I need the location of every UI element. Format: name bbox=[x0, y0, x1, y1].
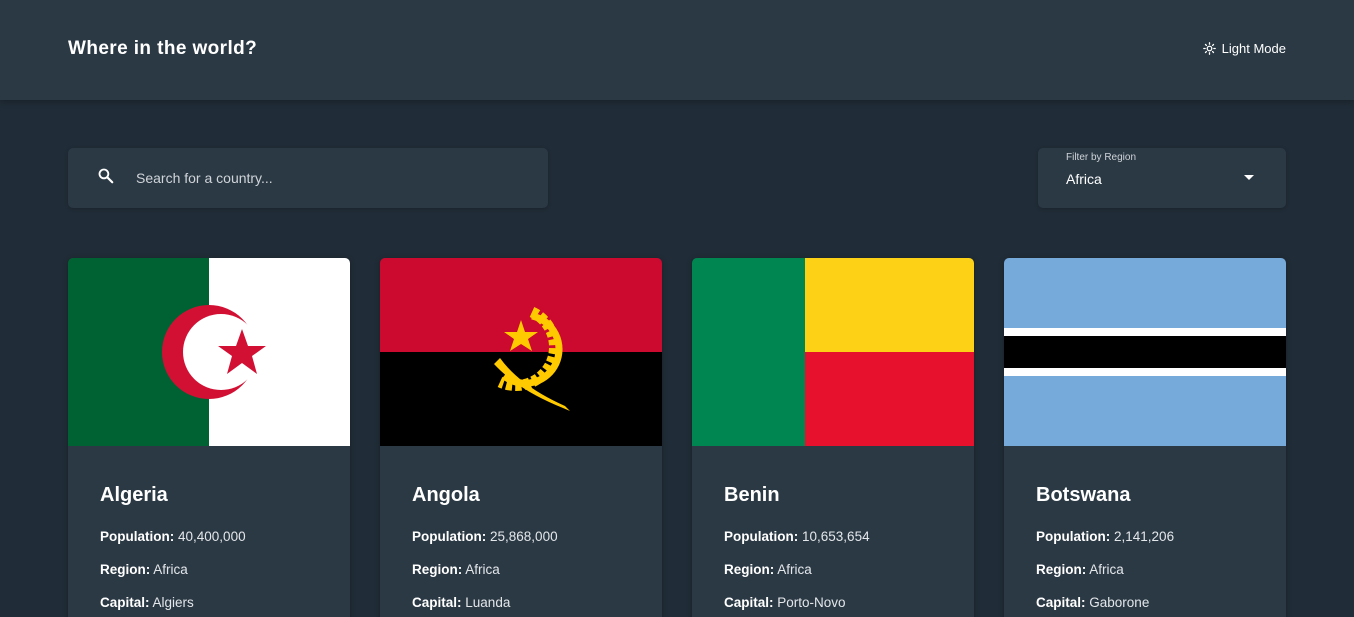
country-region: Region: Africa bbox=[412, 562, 500, 577]
country-capital: Capital: Luanda bbox=[412, 595, 511, 610]
search-box[interactable] bbox=[68, 148, 548, 208]
country-card-botswana[interactable]: Botswana Population: 2,141,206 Region: A… bbox=[1004, 258, 1286, 617]
algeria-flag bbox=[68, 258, 350, 446]
country-name: Angola bbox=[412, 484, 480, 506]
country-card-algeria[interactable]: Algeria Population: 40,400,000 Region: A… bbox=[68, 258, 350, 617]
country-region: Region: Africa bbox=[100, 562, 188, 577]
country-population: Population: 40,400,000 bbox=[100, 529, 246, 544]
botswana-flag bbox=[1004, 258, 1286, 446]
search-icon bbox=[96, 166, 116, 191]
region-filter-select[interactable]: Filter by Region Africa bbox=[1038, 148, 1286, 208]
country-card-benin[interactable]: Benin Population: 10,653,654 Region: Afr… bbox=[692, 258, 974, 617]
benin-flag bbox=[692, 258, 974, 446]
country-region: Region: Africa bbox=[724, 562, 812, 577]
theme-toggle-button[interactable]: Light Mode bbox=[1202, 41, 1286, 56]
filter-label: Filter by Region bbox=[1066, 152, 1137, 163]
country-population: Population: 25,868,000 bbox=[412, 529, 558, 544]
country-capital: Capital: Porto-Novo bbox=[724, 595, 846, 610]
search-input[interactable] bbox=[136, 148, 536, 208]
country-card-angola[interactable]: Angola Population: 25,868,000 Region: Af… bbox=[380, 258, 662, 617]
country-capital: Capital: Algiers bbox=[100, 595, 194, 610]
country-capital: Capital: Gaborone bbox=[1036, 595, 1150, 610]
theme-toggle-label: Light Mode bbox=[1221, 41, 1286, 56]
filter-selected-value: Africa bbox=[1066, 171, 1102, 187]
app-header: Where in the world? Light Mode bbox=[0, 0, 1354, 100]
caret-down-icon bbox=[1244, 175, 1254, 180]
country-region: Region: Africa bbox=[1036, 562, 1124, 577]
country-name: Botswana bbox=[1036, 484, 1131, 506]
angola-flag bbox=[380, 258, 662, 446]
country-population: Population: 10,653,654 bbox=[724, 529, 870, 544]
country-name: Algeria bbox=[100, 484, 168, 506]
country-name: Benin bbox=[724, 484, 780, 506]
app-title: Where in the world? bbox=[68, 38, 258, 59]
country-population: Population: 2,141,206 bbox=[1036, 529, 1175, 544]
sun-icon bbox=[1202, 42, 1216, 55]
